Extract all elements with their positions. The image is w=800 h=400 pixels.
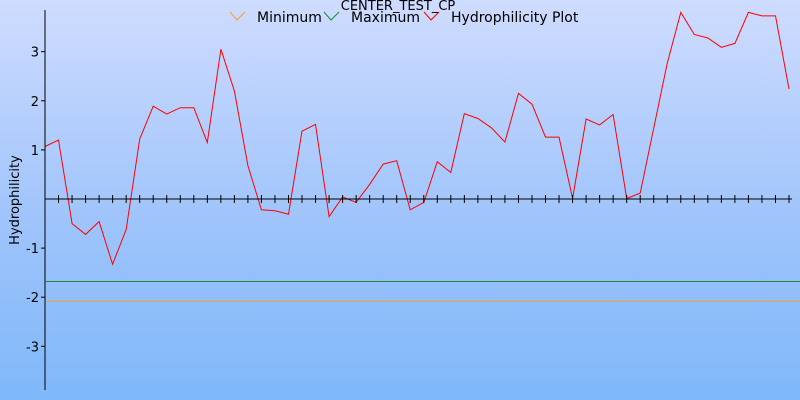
- y-tick-label: 2: [31, 95, 39, 110]
- legend-label: Maximum: [351, 10, 420, 26]
- y-tick-label: 1: [31, 144, 39, 159]
- legend-swatch: [323, 11, 340, 21]
- legend-label: Minimum: [257, 10, 322, 26]
- y-axis-title: Hydrophilicity: [8, 155, 23, 245]
- series-line-hydrophilicity-plot: [44, 11, 790, 266]
- legend-swatch: [229, 11, 246, 21]
- y-tick-label: -2: [26, 291, 39, 306]
- chart-root: CENTER_TEST_CP Hydrophilicity -3 -2 -1 1 2 3 …: [0, 0, 800, 400]
- legend-label: Hydrophilicity Plot: [451, 10, 579, 26]
- y-tick-label: -1: [26, 242, 39, 257]
- hydrophilicity-chart: CENTER_TEST_CP Hydrophilicity -3-2-1123 …: [8, 0, 800, 390]
- y-tick-label: 3: [31, 46, 39, 61]
- y-tick-label: -3: [26, 340, 39, 355]
